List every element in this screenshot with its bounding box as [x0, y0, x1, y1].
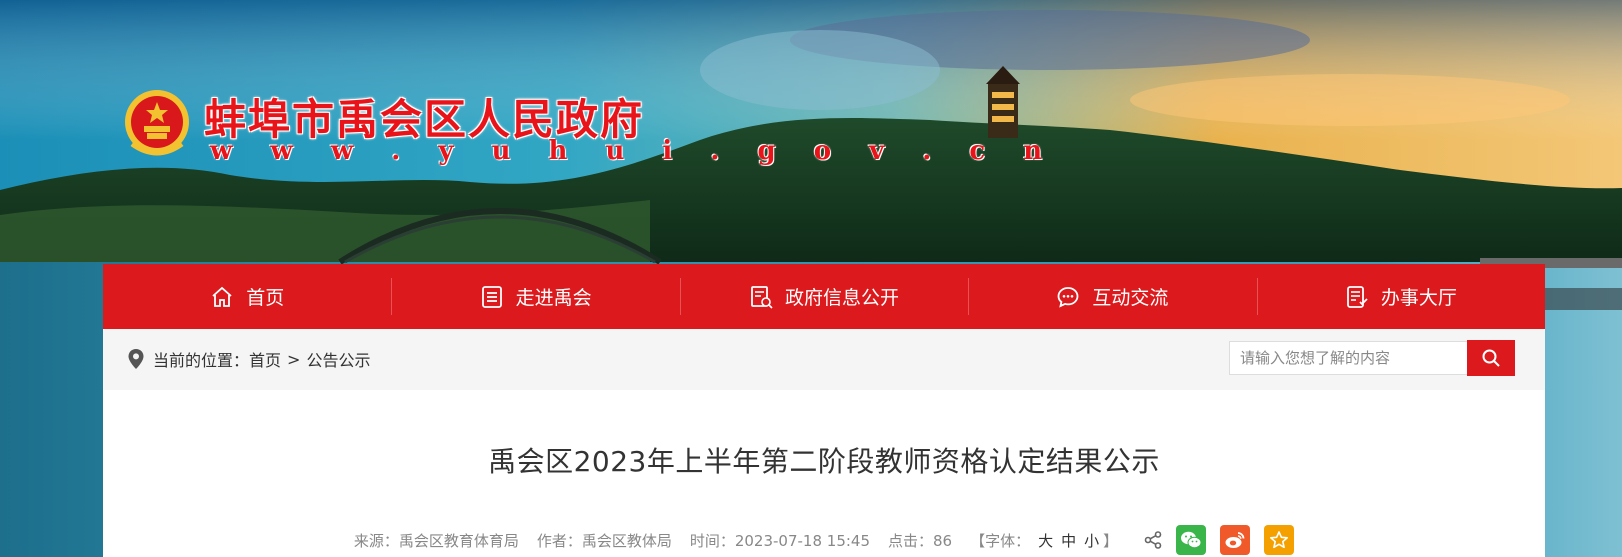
document-icon	[749, 285, 773, 309]
font-size-end: 】	[1103, 531, 1119, 550]
chat-icon	[1056, 285, 1080, 309]
font-size-small-button[interactable]: 小	[1084, 530, 1099, 551]
nav-item-gov-info[interactable]: 政府信息公开	[679, 264, 968, 329]
font-size-large-button[interactable]: 大	[1038, 530, 1053, 551]
nav-item-about[interactable]: 走进禹会	[391, 264, 679, 329]
breadcrumb-separator: >	[287, 349, 301, 369]
share-icon	[1144, 531, 1162, 549]
article-source: 来源：禹会区教育体育局	[353, 531, 519, 550]
article-clicks: 点击：86	[888, 531, 953, 550]
site-logo[interactable]: 蚌埠市禹会区人民政府 w w w . y u h u i . g o v . c…	[122, 86, 1042, 166]
search-button[interactable]	[1467, 340, 1515, 376]
content-area: 当前的位置： 首页 > 公告公示 禹会区2023年上半年第二阶段教师资格认定结果…	[103, 329, 1545, 557]
share-bar	[1144, 525, 1295, 555]
weibo-share-button[interactable]	[1220, 525, 1251, 555]
breadcrumb-prefix: 当前的位置：	[153, 351, 250, 370]
nav-label: 办事大厅	[1380, 287, 1457, 309]
nav-item-interaction[interactable]: 互动交流	[968, 264, 1256, 329]
breadcrumb-home-link[interactable]: 首页	[249, 347, 281, 371]
nav-item-services[interactable]: 办事大厅	[1256, 264, 1545, 329]
breadcrumb-current-link[interactable]: 公告公示	[306, 347, 370, 371]
site-url: w w w . y u h u i . g o v . c n	[210, 136, 1057, 166]
location-pin-icon	[128, 349, 144, 369]
search-input[interactable]	[1229, 341, 1467, 375]
service-icon	[1345, 285, 1369, 309]
wechat-share-button[interactable]	[1176, 525, 1207, 555]
search-box	[1229, 340, 1517, 377]
article-author: 作者：禹会区教体局	[536, 531, 672, 550]
article-time: 时间：2023-07-18 15:45	[689, 531, 871, 550]
search-icon	[1482, 349, 1500, 367]
nav-label: 政府信息公开	[785, 287, 900, 309]
article-meta: 来源：禹会区教育体育局 作者：禹会区教体局 时间：2023-07-18 15:4…	[103, 525, 1545, 555]
font-size-medium-button[interactable]: 中	[1061, 530, 1076, 551]
article-title: 禹会区2023年上半年第二阶段教师资格认定结果公示	[488, 445, 1160, 478]
home-icon	[210, 285, 234, 309]
list-icon	[480, 285, 504, 309]
font-size-label: 【字体：	[970, 531, 1031, 550]
star-icon	[1270, 531, 1289, 549]
nav-label: 首页	[246, 287, 285, 309]
favorite-button[interactable]	[1264, 525, 1295, 555]
nav-label: 互动交流	[1092, 287, 1169, 309]
nav-item-home[interactable]: 首页	[103, 264, 391, 329]
national-emblem-icon	[125, 90, 189, 156]
main-nav: 首页 走进禹会 政府信息公开 互动交流 办事大厅	[103, 264, 1545, 329]
nav-label: 走进禹会	[515, 287, 592, 309]
breadcrumb: 当前的位置： 首页 > 公告公示	[127, 347, 370, 371]
breadcrumb-bar: 当前的位置： 首页 > 公告公示	[103, 329, 1545, 390]
wechat-icon	[1181, 531, 1202, 549]
weibo-icon	[1225, 532, 1245, 548]
